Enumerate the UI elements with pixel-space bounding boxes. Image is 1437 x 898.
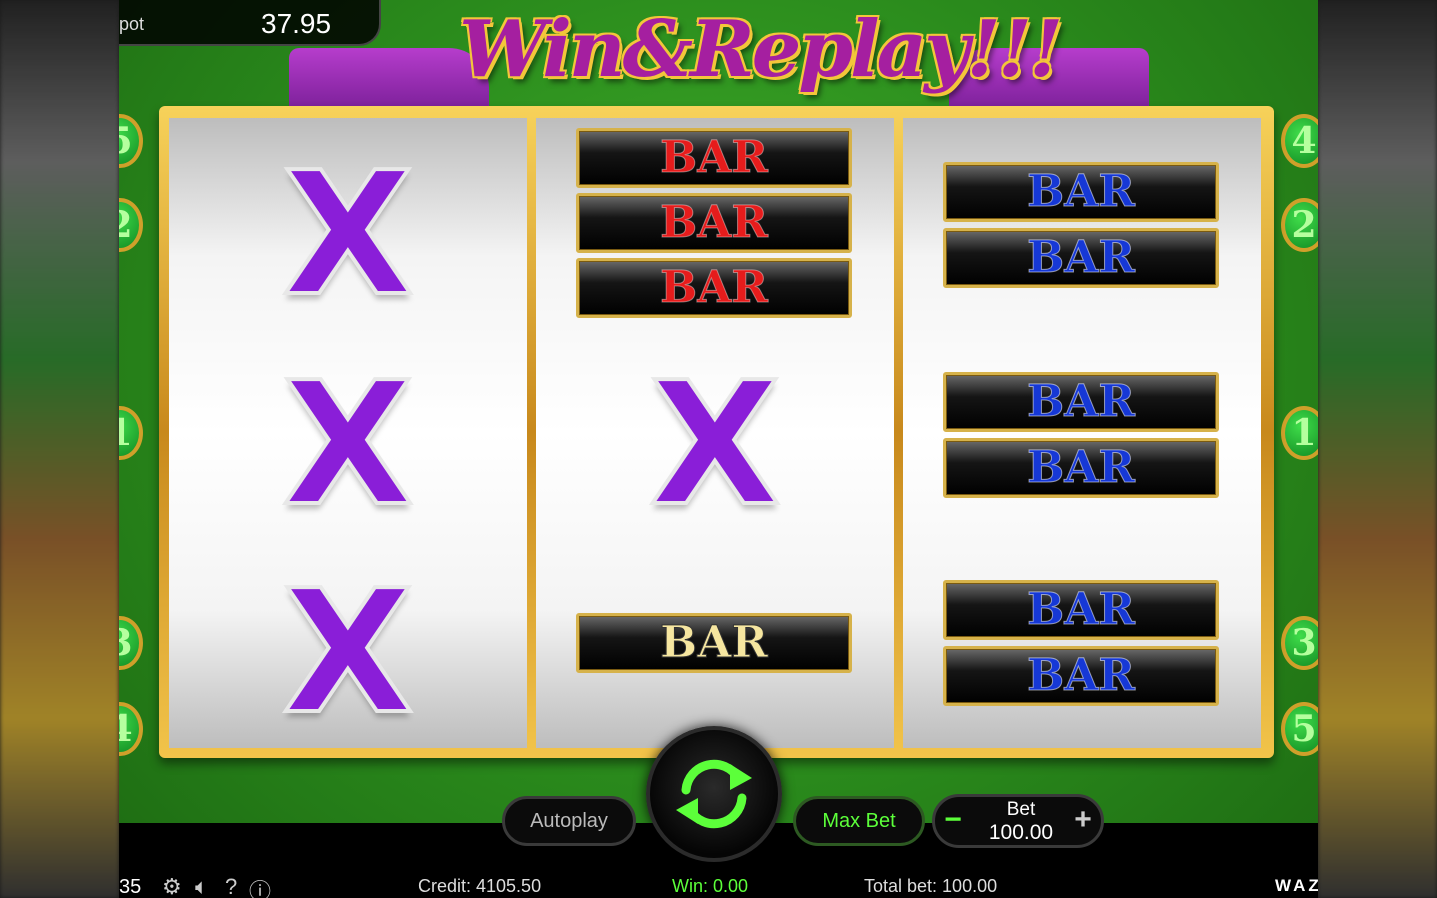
bet-decrease-button[interactable]: − — [938, 803, 968, 839]
payline-marker: 4 — [1281, 114, 1318, 168]
speaker-icon[interactable]: 🔈︎ — [195, 874, 208, 898]
bet-label: Bet — [1006, 799, 1036, 820]
brand-logo: WAZD — [1275, 876, 1318, 895]
logo-title: Win&Replay!!! — [459, 4, 1063, 95]
reel-3: BAR BAR BAR BAR BAR BAR — [903, 118, 1261, 748]
spin-button[interactable] — [646, 726, 782, 862]
red-bar-symbol: BAR — [576, 193, 852, 253]
bet-control: − Bet 100.00 + — [932, 794, 1104, 848]
payline-marker: 2 — [1281, 198, 1318, 252]
info-icon[interactable]: ⓘ — [249, 874, 271, 898]
left-backdrop — [0, 0, 119, 898]
bet-value: 100.00 — [988, 821, 1054, 844]
slot-game: pot 37.95 Win&Replay!!! 5 2 1 3 4 4 2 1 … — [119, 0, 1318, 898]
jackpot-panel: pot 37.95 — [119, 0, 381, 46]
autoplay-button[interactable]: Autoplay — [502, 796, 636, 846]
right-backdrop — [1318, 0, 1437, 898]
jackpot-label: pot — [119, 14, 145, 34]
x-symbol: X — [647, 346, 782, 544]
gold-bar-symbol: BAR — [576, 613, 852, 673]
red-bar-symbol: BAR — [576, 258, 852, 318]
jackpot-value: 37.95 — [261, 8, 332, 39]
red-bar-symbol: BAR — [576, 128, 852, 188]
gear-icon[interactable]: ⚙ — [162, 874, 182, 898]
payline-marker: 4 — [119, 702, 143, 756]
bet-increase-button[interactable]: + — [1068, 803, 1098, 839]
reel-1: X X X — [169, 118, 527, 748]
x-symbol: X — [280, 554, 415, 752]
blue-bar-symbol: BAR — [943, 580, 1219, 640]
lines-count: 35 — [119, 876, 142, 898]
credit-display: Credit: 4105.50 — [418, 876, 542, 896]
payline-marker: 1 — [119, 406, 143, 460]
payline-marker: 2 — [119, 198, 143, 252]
payline-marker: 5 — [1281, 702, 1318, 756]
reel-cabinet: X X X BAR BAR BAR X BAR BAR BAR BAR BAR … — [159, 106, 1274, 758]
payline-marker: 3 — [1281, 616, 1318, 670]
payline-marker: 3 — [119, 616, 143, 670]
blue-bar-symbol: BAR — [943, 228, 1219, 288]
total-bet-display: Total bet: 100.00 — [864, 876, 998, 896]
blue-bar-symbol: BAR — [943, 438, 1219, 498]
x-symbol: X — [280, 346, 415, 544]
blue-bar-symbol: BAR — [943, 372, 1219, 432]
blue-bar-symbol: BAR — [943, 646, 1219, 706]
payline-marker: 5 — [119, 114, 143, 168]
reel-2: BAR BAR BAR X BAR — [536, 118, 894, 748]
payline-marker: 1 — [1281, 406, 1318, 460]
game-logo: Win&Replay!!! — [459, 4, 1063, 112]
blue-bar-symbol: BAR — [943, 162, 1219, 222]
max-bet-button[interactable]: Max Bet — [793, 796, 925, 846]
x-symbol: X — [280, 136, 415, 334]
spin-icon — [676, 759, 752, 829]
win-display: Win: 0.00 — [672, 876, 749, 896]
help-icon[interactable]: ? — [225, 874, 237, 898]
